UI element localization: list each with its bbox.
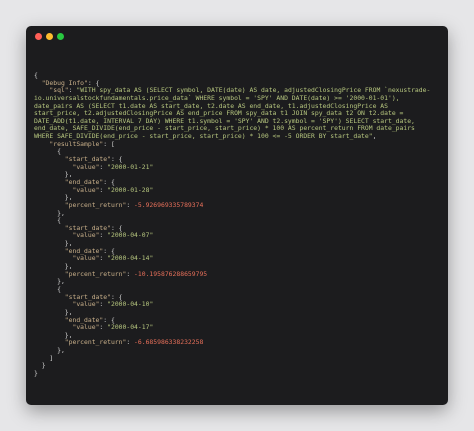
code-line: "percent_return": -6.685986338232258 xyxy=(34,339,442,347)
code-line: "value": "2000-04-14" xyxy=(34,255,442,263)
code-string: "2000-04-17" xyxy=(107,323,154,332)
code-punctuation: : xyxy=(99,231,108,240)
code-key: "percent_return" xyxy=(64,269,127,278)
code-punctuation: : xyxy=(126,269,135,278)
code-string: "2000-04-07" xyxy=(107,231,154,240)
code-number: -6.685986338232258 xyxy=(134,338,204,347)
code-number: -10.195876288659795 xyxy=(134,269,208,278)
code-line: "value": "2000-04-07" xyxy=(34,232,442,240)
code-line: } xyxy=(34,362,442,370)
code-line: "value": "2000-04-10" xyxy=(34,300,442,309)
code-key: "value" xyxy=(72,162,100,171)
code-number: -5.926969335789374 xyxy=(134,200,204,209)
code-key: "value" xyxy=(72,323,100,332)
code-line: "value": "2000-04-17" xyxy=(34,323,442,332)
code-line: "percent_return": -10.195876288659795 xyxy=(34,269,442,279)
code-punctuation: } xyxy=(41,361,46,370)
zoom-window-button[interactable] xyxy=(57,33,64,40)
json-code-block: { "Debug Info": { "sql": "WITH spy_data … xyxy=(34,71,442,378)
code-window: { "Debug Info": { "sql": "WITH spy_data … xyxy=(26,26,448,405)
window-titlebar xyxy=(26,26,448,46)
code-punctuation: : xyxy=(99,323,108,332)
code-punctuation: : xyxy=(99,185,108,194)
code-string: "2000-04-10" xyxy=(107,300,154,309)
code-punctuation: : xyxy=(126,338,135,347)
code-key: "percent_return" xyxy=(64,200,127,209)
code-punctuation: ] xyxy=(49,353,54,362)
code-string: "2000-01-28" xyxy=(107,185,154,194)
code-punctuation: } xyxy=(34,368,38,377)
code-line: }, xyxy=(34,209,442,218)
code-line: "value": "2000-01-28" xyxy=(34,185,442,195)
code-line: "value": "2000-01-21" xyxy=(34,162,442,172)
code-punctuation: , xyxy=(372,132,377,141)
code-punctuation: : [ xyxy=(103,139,115,148)
code-key: "value" xyxy=(72,300,100,309)
code-line: }, xyxy=(34,277,442,286)
code-key: "value" xyxy=(72,185,100,194)
close-window-button[interactable] xyxy=(35,33,42,40)
code-line: }, xyxy=(34,346,442,355)
code-punctuation: : xyxy=(126,200,135,209)
code-punctuation: }, xyxy=(57,346,65,355)
code-punctuation: : xyxy=(99,162,108,171)
code-line: "percent_return": -5.926969335789374 xyxy=(34,200,442,210)
code-line: ] xyxy=(34,353,442,363)
code-key: "percent_return" xyxy=(64,338,127,347)
minimize-window-button[interactable] xyxy=(46,33,53,40)
code-line: "resultSample": [ xyxy=(34,139,442,149)
code-key: "value" xyxy=(72,231,100,240)
code-punctuation: : xyxy=(99,254,108,263)
code-key: "value" xyxy=(72,254,100,263)
code-line: } xyxy=(34,368,442,378)
code-string: "2000-01-21" xyxy=(107,162,154,171)
code-punctuation: : xyxy=(99,300,108,309)
code-string: "2000-04-14" xyxy=(107,254,154,263)
